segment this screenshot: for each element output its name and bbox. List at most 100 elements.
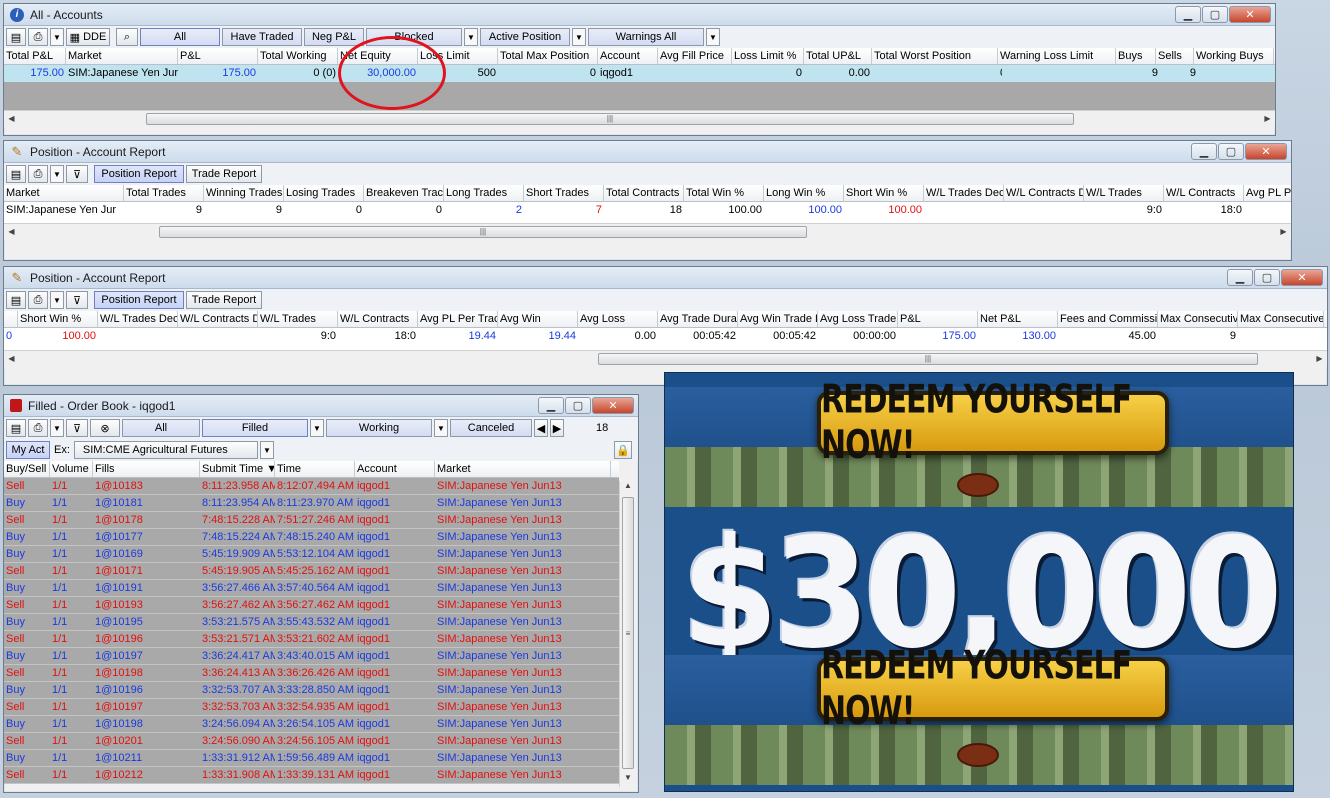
close-button[interactable]: ✕ [1245,143,1287,160]
col-short-win-pct[interactable]: Short Win % [844,185,924,201]
col-avg-loss[interactable]: Avg Loss [578,311,658,327]
col-total-upl[interactable]: Total UP&L [804,48,872,64]
col-total-worst-position[interactable]: Total Worst Position [872,48,998,64]
col-buys[interactable]: Buys [1116,48,1156,64]
position-horizontal-scrollbar[interactable]: ◀ ||| ▶ [4,223,1291,240]
order-book-title-bar[interactable]: Filled - Order Book - iqgod1 ▁ ▢ ✕ [4,395,638,417]
filter-icon-button[interactable]: ⊽ [66,291,88,309]
filter-all[interactable]: All [122,419,200,437]
table-row[interactable]: Sell 1/1 1@10198 3:36:24.413 AM 3:36:26.426 … [4,665,619,682]
dde-button[interactable]: ▦ DDE [66,28,110,46]
minimize-button[interactable]: ▁ [538,397,564,414]
col-wl-contracts-dec[interactable]: W/L Contracts D [178,311,258,327]
page-next-button[interactable]: ▶ [550,419,564,437]
scroll-right-icon[interactable]: ▶ [1276,225,1291,239]
print-dropdown[interactable]: ▼ [50,291,64,309]
col-sells[interactable]: Sells [1156,48,1194,64]
scroll-right-icon[interactable]: ▶ [1312,352,1327,366]
table-row[interactable]: Sell 1/1 1@10193 3:56:27.462 AM 3:56:27.462 … [4,597,619,614]
page-prev-button[interactable]: ◀ [534,419,548,437]
table-row[interactable]: Buy 1/1 1@10196 3:32:53.707 AM 3:33:28.850 A… [4,682,619,699]
col-net-equity[interactable]: Net Equity [338,48,418,64]
col-avg-win[interactable]: Avg Win [498,311,578,327]
account-row[interactable]: 175.00 SIM:Japanese Yen Jur 175.00 0 (0)… [4,65,1275,82]
scroll-up-icon[interactable]: ▲ [620,481,636,495]
filter-canceled[interactable]: Canceled [450,419,532,437]
col-avg-pl[interactable]: Avg PL P [1244,185,1291,201]
col-working-buys[interactable]: Working Buys [1194,48,1274,64]
col-breakeven-trades[interactable]: Breakeven Trac [364,185,444,201]
filled-dropdown[interactable]: ▼ [310,419,324,437]
filter-active-position[interactable]: Active Position [480,28,570,46]
col-buy-sell[interactable]: Buy/Sell [4,461,50,477]
scroll-thumb[interactable]: ≡ [622,497,634,769]
position-report-title-bar[interactable]: ✎ Position - Account Report ▁ ▢ ✕ [4,141,1291,163]
col-short-trades[interactable]: Short Trades [524,185,604,201]
table-row[interactable]: Buy 1/1 1@10197 3:36:24.417 AM 3:43:40.015 A… [4,648,619,665]
maximize-button[interactable]: ▢ [565,397,591,414]
col-wl-contracts-dec[interactable]: W/L Contracts D [1004,185,1084,201]
maximize-button[interactable]: ▢ [1218,143,1244,160]
filter-working[interactable]: Working [326,419,432,437]
col-short-win-pct[interactable]: Short Win % [18,311,98,327]
table-row[interactable]: Sell 1/1 1@10212 1:33:31.908 AM 1:33:39.131 … [4,767,619,784]
properties-button[interactable]: ▤ [6,165,26,183]
col-warning-loss-limit[interactable]: Warning Loss Limit [998,48,1116,64]
col-account[interactable]: Account [598,48,658,64]
filter-neg-pl[interactable]: Neg P&L [304,28,364,46]
col-submit-time[interactable]: Submit Time ▼ [200,461,275,477]
col-pl[interactable]: P&L [898,311,978,327]
col-avg-trade-duration[interactable]: Avg Trade Dura [658,311,738,327]
col-total-contracts[interactable]: Total Contracts [604,185,684,201]
position-report-title-bar[interactable]: ✎ Position - Account Report ▁ ▢ ✕ [4,267,1327,289]
close-button[interactable]: ✕ [592,397,634,414]
print-button[interactable]: ⎙ [28,291,48,309]
filter-icon-button[interactable]: ⊽ [66,419,88,437]
col-avg-loss-trade-duration[interactable]: Avg Loss Trade [818,311,898,327]
col-total-max-position[interactable]: Total Max Position [498,48,598,64]
scroll-left-icon[interactable]: ◀ [4,225,19,239]
col-wl-trades[interactable]: W/L Trades [1084,185,1164,201]
col-fills[interactable]: Fills [93,461,200,477]
table-row[interactable]: Buy 1/1 1@10198 3:24:56.094 AM 3:26:54.105 A… [4,716,619,733]
my-act-button[interactable]: My Act [6,441,50,459]
position-row[interactable]: 0 100.00 9:0 18:0 19.44 19.44 0.00 00:05… [4,328,1327,345]
print-dropdown[interactable]: ▼ [50,165,64,183]
close-button[interactable]: ✕ [1281,269,1323,286]
properties-button[interactable]: ▤ [6,291,26,309]
table-row[interactable]: Buy 1/1 1@10177 7:48:15.224 AM 7:48:15.240 A… [4,529,619,546]
col-avg-win-trade-duration[interactable]: Avg Win Trade D [738,311,818,327]
filter-all[interactable]: All [140,28,220,46]
print-button[interactable]: ⎙ [28,165,48,183]
print-button[interactable]: ⎙ [28,28,48,46]
minimize-button[interactable]: ▁ [1227,269,1253,286]
print-dropdown[interactable]: ▼ [50,28,64,46]
scroll-right-icon[interactable]: ▶ [1260,112,1275,126]
cancel-all-button[interactable]: ⊗ [90,419,120,437]
col-market[interactable]: Market [435,461,611,477]
col-wl-trades-dec[interactable]: W/L Trades Dec [924,185,1004,201]
col-market[interactable]: Market [66,48,178,64]
table-row[interactable]: Buy 1/1 1@10191 3:56:27.466 AM 3:57:40.564 A… [4,580,619,597]
properties-button[interactable]: ▤ [6,419,26,437]
col-wl-contracts[interactable]: W/L Contracts [1164,185,1244,201]
table-row[interactable]: Sell 1/1 1@10201 3:24:56.090 AM 3:24:56.105 … [4,733,619,750]
working-dropdown[interactable]: ▼ [434,419,448,437]
table-row[interactable]: Sell 1/1 1@10171 5:45:19.905 AM 5:45:25.162 … [4,563,619,580]
col-total-pl[interactable]: Total P&L [4,48,66,64]
col-total-working[interactable]: Total Working [258,48,338,64]
minimize-button[interactable]: ▁ [1175,6,1201,23]
col-wl-trades-dec[interactable]: W/L Trades Dec [98,311,178,327]
col-account[interactable]: Account [355,461,435,477]
table-row[interactable]: Sell 1/1 1@10197 3:32:53.703 AM 3:32:54.935 … [4,699,619,716]
scroll-left-icon[interactable]: ◀ [4,352,19,366]
col-total-trades[interactable]: Total Trades [124,185,204,201]
table-row[interactable]: Sell 1/1 1@10183 8:11:23.958 AM 8:12:07.494 … [4,478,619,495]
minimize-button[interactable]: ▁ [1191,143,1217,160]
scroll-down-icon[interactable]: ▼ [620,773,636,787]
col-volume[interactable]: Volume [50,461,93,477]
advert-image[interactable]: REDEEM YOURSELF NOW! $30,000 REDEEM YOUR… [664,372,1294,792]
tab-position-report[interactable]: Position Report [94,165,184,183]
table-row[interactable]: Buy 1/1 1@10211 1:33:31.912 AM 1:59:56.489 A… [4,750,619,767]
print-button[interactable]: ⎙ [28,419,48,437]
